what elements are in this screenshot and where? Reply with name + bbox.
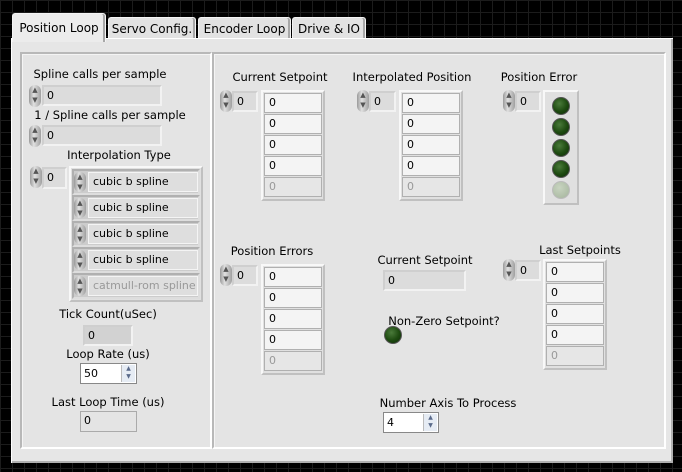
ring-spinner[interactable]: ▲ ▼ [74, 250, 86, 270]
current-setpoint-array-label: Current Setpoint [232, 70, 328, 84]
interpolated-position-index[interactable]: 0 [369, 91, 396, 112]
inv-spline-calls-field: 0 [42, 125, 162, 146]
interpolated-position-element: 0 [402, 114, 460, 134]
current-setpoint-element: 0 [264, 135, 322, 155]
interpolated-position-label: Interpolated Position [352, 70, 472, 84]
ring-spinner[interactable]: ▲ ▼ [74, 172, 86, 192]
current-setpoint-index-spinner[interactable]: ▲ ▼ [220, 90, 232, 112]
ring-value: cubic b spline [88, 250, 198, 270]
last-setpoints-element: 0 [546, 262, 604, 282]
last-setpoints-element: 0 [546, 346, 604, 366]
current-setpoint-index[interactable]: 0 [232, 91, 258, 112]
position-error-led [552, 97, 570, 115]
tab-servo-config[interactable]: Servo Config. [108, 17, 196, 40]
non-zero-setpoint-label: Non-Zero Setpoint? [388, 314, 500, 328]
position-error-led [552, 181, 570, 199]
current-setpoint-array: 00000 [261, 90, 325, 201]
last-setpoints-element: 0 [546, 283, 604, 303]
interpolated-position-element: 0 [402, 156, 460, 176]
inv-spline-calls-label: 1 / Spline calls per sample [34, 108, 186, 122]
position-error-led [552, 139, 570, 157]
current-setpoint-label: Current Setpoint [377, 253, 473, 267]
position-errors-element: 0 [264, 267, 322, 287]
number-axis-stepper[interactable]: ▲ ▼ [423, 414, 437, 431]
position-error-index[interactable]: 0 [515, 91, 541, 112]
interpolated-position-array: 00000 [399, 90, 463, 201]
number-axis-label: Number Axis To Process [379, 396, 517, 410]
tab-encoder-loop[interactable]: Encoder Loop [198, 17, 291, 40]
ring-spinner[interactable]: ▲ ▼ [74, 224, 86, 244]
interpolation-type-ring[interactable]: ▲ ▼ cubic b spline [72, 169, 200, 195]
interp-type-label: Interpolation Type [67, 148, 171, 162]
spline-calls-label: Spline calls per sample [33, 67, 167, 81]
position-error-index-spinner[interactable]: ▲ ▼ [503, 90, 515, 112]
interpolated-position-element: 0 [402, 93, 460, 113]
position-errors-element: 0 [264, 309, 322, 329]
last-setpoints-label: Last Setpoints [539, 243, 621, 257]
position-errors-index[interactable]: 0 [232, 265, 258, 286]
position-error-led [552, 160, 570, 178]
position-error-label: Position Error [500, 70, 578, 84]
interp-type-array: ▲ ▼ cubic b spline ▲ ▼ cubic b spline ▲ ▼ cubic … [69, 166, 203, 302]
ring-spinner[interactable]: ▲ ▼ [74, 276, 86, 296]
last-setpoints-index[interactable]: 0 [515, 260, 541, 281]
current-setpoint-indicator: 0 [383, 270, 466, 291]
position-errors-element: 0 [264, 351, 322, 371]
position-errors-element: 0 [264, 288, 322, 308]
ring-value: cubic b spline [88, 224, 198, 244]
position-errors-label: Position Errors [230, 244, 314, 258]
last-loop-time-label: Last Loop Time (us) [51, 395, 165, 409]
tick-count-indicator: 0 [83, 325, 133, 346]
loop-rate-label: Loop Rate (us) [66, 347, 150, 361]
tab-drive-io[interactable]: Drive & IO [292, 17, 366, 40]
position-error-led [552, 118, 570, 136]
spline-calls-field: 0 [42, 85, 162, 106]
interpolation-type-ring[interactable]: ▲ ▼ cubic b spline [72, 195, 200, 221]
interpolation-type-ring[interactable]: ▲ ▼ catmull-rom spline [72, 273, 200, 299]
interpolated-position-index-spinner[interactable]: ▲ ▼ [357, 90, 369, 112]
loop-rate-stepper[interactable]: ▲ ▼ [121, 365, 135, 382]
tick-count-label: Tick Count(uSec) [59, 307, 157, 321]
current-setpoint-element: 0 [264, 177, 322, 197]
spline-calls-spinner[interactable]: ▲ ▼ [29, 85, 41, 107]
number-axis-input[interactable]: 4 ▲ ▼ [383, 412, 439, 433]
interpolation-type-ring[interactable]: ▲ ▼ cubic b spline [72, 221, 200, 247]
ring-spinner[interactable]: ▲ ▼ [74, 198, 86, 218]
position-errors-element: 0 [264, 330, 322, 350]
loop-rate-input[interactable]: 50 ▲ ▼ [80, 363, 137, 384]
interp-type-index[interactable]: 0 [42, 167, 67, 189]
current-setpoint-element: 0 [264, 114, 322, 134]
current-setpoint-element: 0 [264, 156, 322, 176]
current-setpoint-element: 0 [264, 93, 322, 113]
interpolated-position-element: 0 [402, 135, 460, 155]
number-axis-value: 4 [387, 416, 394, 429]
interpolation-type-ring[interactable]: ▲ ▼ cubic b spline [72, 247, 200, 273]
last-setpoints-element: 0 [546, 304, 604, 324]
inv-spline-calls-spinner[interactable]: ▲ ▼ [29, 125, 41, 147]
position-error-led-array [543, 90, 579, 205]
last-setpoints-index-spinner[interactable]: ▲ ▼ [503, 259, 515, 281]
ring-value: cubic b spline [88, 172, 198, 192]
position-errors-array: 00000 [261, 264, 325, 375]
ring-value: catmull-rom spline [88, 276, 198, 296]
non-zero-setpoint-led [384, 326, 402, 344]
interpolated-position-element: 0 [402, 177, 460, 197]
last-loop-time-indicator: 0 [80, 411, 137, 432]
interp-type-index-spinner[interactable]: ▲ ▼ [30, 166, 42, 188]
last-setpoints-element: 0 [546, 325, 604, 345]
loop-rate-value: 50 [84, 367, 98, 380]
last-setpoints-array: 00000 [543, 259, 607, 370]
ring-value: cubic b spline [88, 198, 198, 218]
position-errors-index-spinner[interactable]: ▲ ▼ [220, 264, 232, 286]
tab-position-loop[interactable]: Position Loop [12, 13, 106, 42]
